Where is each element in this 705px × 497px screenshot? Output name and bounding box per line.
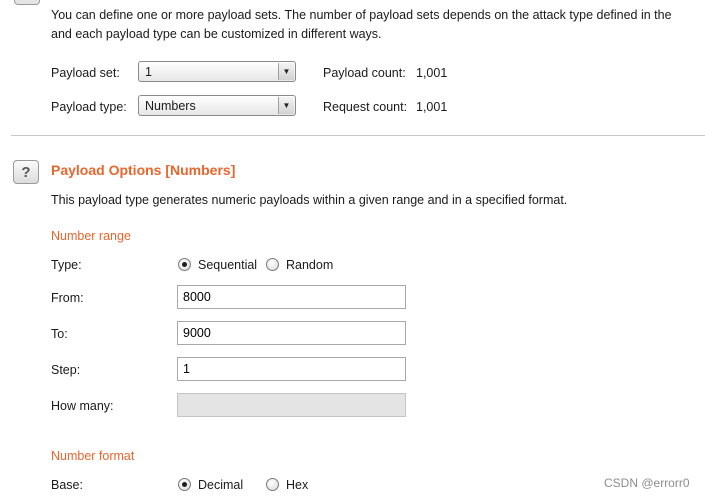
watermark: CSDN @errorr0 (604, 476, 690, 490)
step-input[interactable] (177, 357, 406, 381)
section-divider (11, 135, 705, 136)
request-count-label: Request count: (323, 100, 408, 114)
base-decimal-label[interactable]: Decimal (198, 478, 243, 492)
number-range-heading: Number range (51, 229, 131, 243)
base-decimal-radio[interactable] (178, 478, 191, 491)
step-label: Step: (51, 363, 81, 377)
payload-type-label: Payload type: (51, 100, 127, 114)
base-label: Base: (51, 478, 83, 492)
payload-options-description: This payload type generates numeric payl… (51, 193, 568, 207)
type-label: Type: (51, 258, 82, 272)
help-icon[interactable]: ? (13, 160, 39, 184)
chevron-down-icon: ▼ (278, 63, 294, 80)
payload-options-title: Payload Options [Numbers] (51, 162, 236, 178)
type-random-radio[interactable] (266, 258, 279, 271)
number-format-heading: Number format (51, 449, 135, 463)
payload-count-value: 1,001 (416, 66, 448, 80)
from-input[interactable] (177, 285, 406, 309)
payload-count-label: Payload count: (323, 66, 406, 80)
to-label: To: (51, 327, 68, 341)
section-icon-partial (14, 0, 40, 5)
payload-set-label: Payload set: (51, 66, 120, 80)
base-hex-radio[interactable] (266, 478, 279, 491)
payload-sets-description-line2: and each payload type can be customized … (51, 27, 382, 41)
chevron-down-icon: ▼ (278, 97, 294, 114)
payload-set-select[interactable]: 1 ▼ (138, 61, 296, 82)
to-input[interactable] (177, 321, 406, 345)
base-hex-label[interactable]: Hex (286, 478, 308, 492)
request-count-value: 1,001 (416, 100, 448, 114)
how-many-label: How many: (51, 399, 114, 413)
how-many-input (177, 393, 406, 417)
type-sequential-radio[interactable] (178, 258, 191, 271)
payload-type-value: Numbers (145, 99, 196, 113)
payload-sets-description-line1: You can define one or more payload sets.… (51, 8, 672, 22)
type-sequential-label[interactable]: Sequential (198, 258, 257, 272)
type-random-label[interactable]: Random (286, 258, 333, 272)
from-label: From: (51, 291, 84, 305)
help-icon-glyph: ? (21, 163, 31, 181)
payload-set-value: 1 (145, 65, 152, 79)
payload-type-select[interactable]: Numbers ▼ (138, 95, 296, 116)
